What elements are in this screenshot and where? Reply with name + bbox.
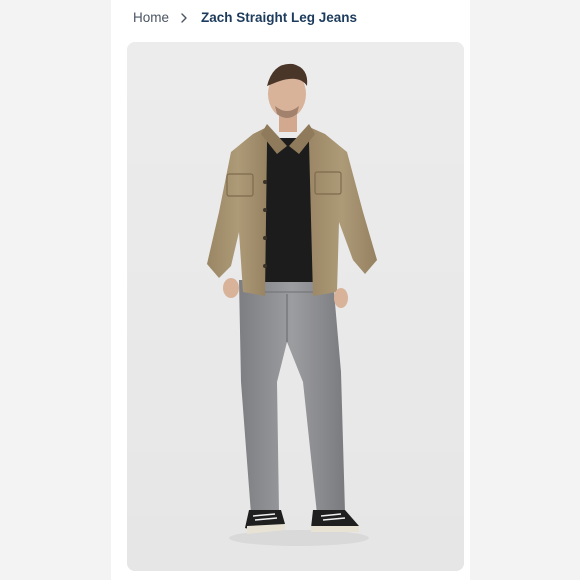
breadcrumb-current-page: Zach Straight Leg Jeans — [201, 10, 358, 25]
product-photo[interactable] — [127, 42, 464, 571]
model-illustration — [127, 42, 464, 571]
chevron-right-icon — [180, 8, 188, 28]
breadcrumb-home-link[interactable]: Home — [133, 8, 169, 28]
breadcrumb: Home Zach Straight Leg Jeans — [133, 8, 357, 28]
